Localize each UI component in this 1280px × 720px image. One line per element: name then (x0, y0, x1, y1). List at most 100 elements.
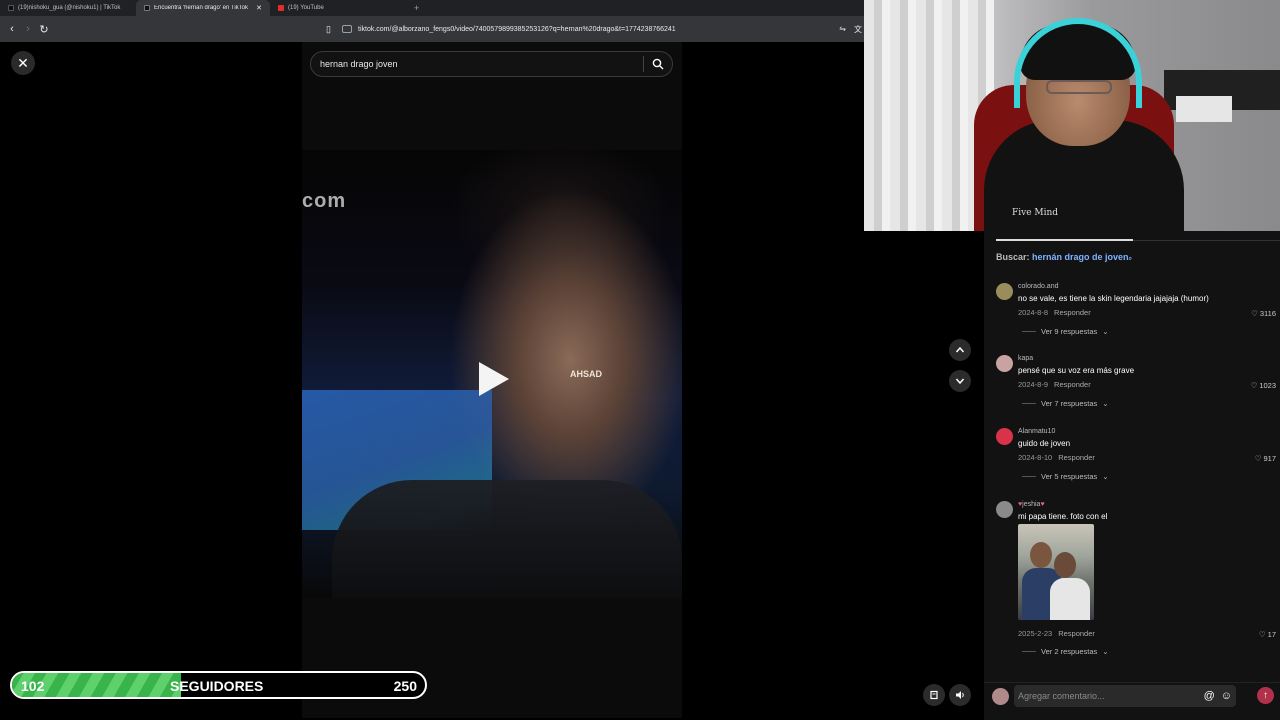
comment-username[interactable]: colorado.and (1018, 283, 1058, 290)
comment-meta: 2024-8-9 Responder (1018, 380, 1091, 389)
comment-username-text: jeshia (1022, 501, 1041, 508)
avatar[interactable] (996, 283, 1013, 300)
search-suggestion-icon[interactable]: ⌕ (1129, 256, 1132, 262)
tabs-divider (1133, 240, 1280, 241)
like-count: 3116 (1259, 309, 1276, 318)
emoji-icon[interactable]: ☺ (1221, 690, 1232, 702)
like-button[interactable]: ♡ 917 (1255, 454, 1276, 463)
like-button[interactable]: ♡ 1023 (1251, 381, 1276, 390)
view-replies-label: Ver 2 respuestas (1041, 647, 1098, 656)
bookmark-icon[interactable]: ▯ (326, 24, 331, 35)
comments-panel: Buscar: hernán drago de joven⌕ colorado.… (984, 231, 1280, 720)
reply-button[interactable]: Responder (1054, 380, 1091, 389)
reply-button[interactable]: Responder (1058, 629, 1095, 638)
comment-input[interactable]: Agregar comentario... @ ☺ (1014, 685, 1236, 707)
comment-username[interactable]: ♥jeshia♥ (1018, 501, 1045, 508)
url-field[interactable]: ▯ tiktok.com/@alborzano_fengs0/video/740… (326, 21, 862, 37)
tab-tiktok-profile[interactable]: (19)nishoku_gua (@nishoku1) | TikTok (0, 0, 136, 16)
comment-text: no se vale, es tiene la skin legendaria … (1018, 294, 1209, 303)
search-prefix: Buscar: (996, 252, 1030, 262)
heart-icon: ♡ (1251, 309, 1258, 318)
followers-current: 102 (21, 678, 45, 694)
tab-youtube[interactable]: (19) YouTube (270, 0, 406, 16)
replies-line (1022, 403, 1036, 404)
heart-icon: ♡ (1254, 454, 1262, 463)
volume-button[interactable] (949, 684, 971, 706)
previous-video-button[interactable] (949, 339, 971, 361)
new-tab-icon[interactable]: + (406, 3, 427, 13)
view-replies-label: Ver 9 respuestas (1041, 327, 1098, 336)
screen: (19)nishoku_gua (@nishoku1) | TikTok Enc… (0, 0, 1280, 720)
replies-line (1022, 476, 1036, 477)
search-bar[interactable]: hernan drago joven (310, 51, 673, 77)
tab-title: (19)nishoku_gua (@nishoku1) | TikTok (18, 5, 121, 11)
url-text: tiktok.com/@alborzano_fengs0/video/74005… (358, 25, 676, 33)
tab-title: (19) YouTube (288, 5, 324, 11)
mention-icon[interactable]: @ (1204, 690, 1215, 702)
view-replies-button[interactable]: Ver 7 respuestas ⌄ (1022, 399, 1109, 408)
avatar[interactable] (996, 355, 1013, 372)
comment-placeholder: Agregar comentario... (1018, 691, 1105, 701)
like-button[interactable]: ♡ 17 (1259, 630, 1276, 639)
report-button[interactable] (923, 684, 945, 706)
comment-date: 2024-8-9 (1018, 380, 1049, 389)
tiktok-icon (144, 5, 150, 11)
play-icon[interactable] (479, 362, 509, 396)
close-tab-icon[interactable]: ✕ (256, 4, 262, 12)
translate-icon[interactable]: 文 (854, 24, 862, 35)
send-button[interactable]: ↑ (1257, 687, 1274, 704)
close-button[interactable]: ✕ (11, 51, 35, 75)
avatar[interactable] (996, 501, 1013, 518)
webcam-overlay: Five Mind (864, 0, 1280, 231)
comment-text: guido de joven (1018, 439, 1071, 448)
followers-goal-bar: 102 SEGUIDORES 250 (10, 671, 427, 699)
back-icon[interactable]: ‹ (4, 16, 20, 42)
youtube-icon (278, 5, 284, 11)
view-replies-button[interactable]: Ver 9 respuestas ⌄ (1022, 327, 1109, 336)
headset-icon (1014, 18, 1142, 108)
video-watermark-center: AHSAD (570, 369, 603, 379)
send-icon: ↑ (1263, 690, 1268, 701)
comment-meta: 2024-8-8 Responder (1018, 308, 1091, 317)
heart-icon: ♡ (1250, 381, 1258, 390)
translate-off-icon[interactable]: ⇋ (839, 24, 846, 35)
search-button[interactable] (644, 58, 672, 70)
glasses (1046, 80, 1112, 94)
like-count: 917 (1263, 454, 1276, 463)
tiktok-icon (8, 5, 14, 11)
photo-face (1054, 552, 1076, 578)
view-replies-button[interactable]: Ver 5 respuestas ⌄ (1022, 472, 1109, 481)
search-icon (652, 58, 664, 70)
view-replies-label: Ver 7 respuestas (1041, 399, 1098, 408)
avatar[interactable] (996, 428, 1013, 445)
forward-icon[interactable]: › (20, 16, 36, 42)
avatar (992, 688, 1009, 705)
view-replies-button[interactable]: Ver 2 respuestas ⌄ (1022, 647, 1109, 656)
followers-label: SEGUIDORES (170, 678, 264, 694)
comment-username[interactable]: kapa (1018, 355, 1033, 362)
heart-icon: ♥ (1040, 501, 1045, 508)
comment-item: ♥jeshia♥ mi papa tiene. foto con el 2025… (996, 501, 1276, 661)
photo-face (1030, 542, 1052, 568)
site-info-icon[interactable] (342, 25, 352, 33)
reload-icon[interactable]: ↻ (36, 16, 52, 42)
view-replies-label: Ver 5 respuestas (1041, 472, 1098, 481)
comment-username[interactable]: Alanmatu10 (1018, 428, 1055, 435)
flag-icon (930, 690, 938, 700)
comment-meta: 2024-8-10 Responder (1018, 453, 1095, 462)
photo-figure (1050, 578, 1090, 620)
comment-photo[interactable] (1018, 524, 1094, 620)
search-input[interactable]: hernan drago joven (311, 59, 643, 69)
heart-icon: ♡ (1258, 630, 1266, 639)
comment-item: colorado.and no se vale, es tiene la ski… (996, 283, 1276, 343)
reply-button[interactable]: Responder (1058, 453, 1095, 462)
next-video-button[interactable] (949, 370, 971, 392)
comment-date: 2025-2-23 (1018, 629, 1053, 638)
like-button[interactable]: ♡ 3116 (1251, 309, 1276, 318)
comment-date: 2024-8-10 (1018, 453, 1053, 462)
browser-tab-bar: (19)nishoku_gua (@nishoku1) | TikTok Enc… (0, 0, 864, 16)
reply-button[interactable]: Responder (1054, 308, 1091, 317)
search-suggestion-link[interactable]: hernán drago de joven (1032, 252, 1129, 262)
comment-date: 2024-8-8 (1018, 308, 1049, 317)
tab-tiktok-search[interactable]: Encuentra 'hernan drago' en TikTok ✕ (136, 0, 270, 16)
